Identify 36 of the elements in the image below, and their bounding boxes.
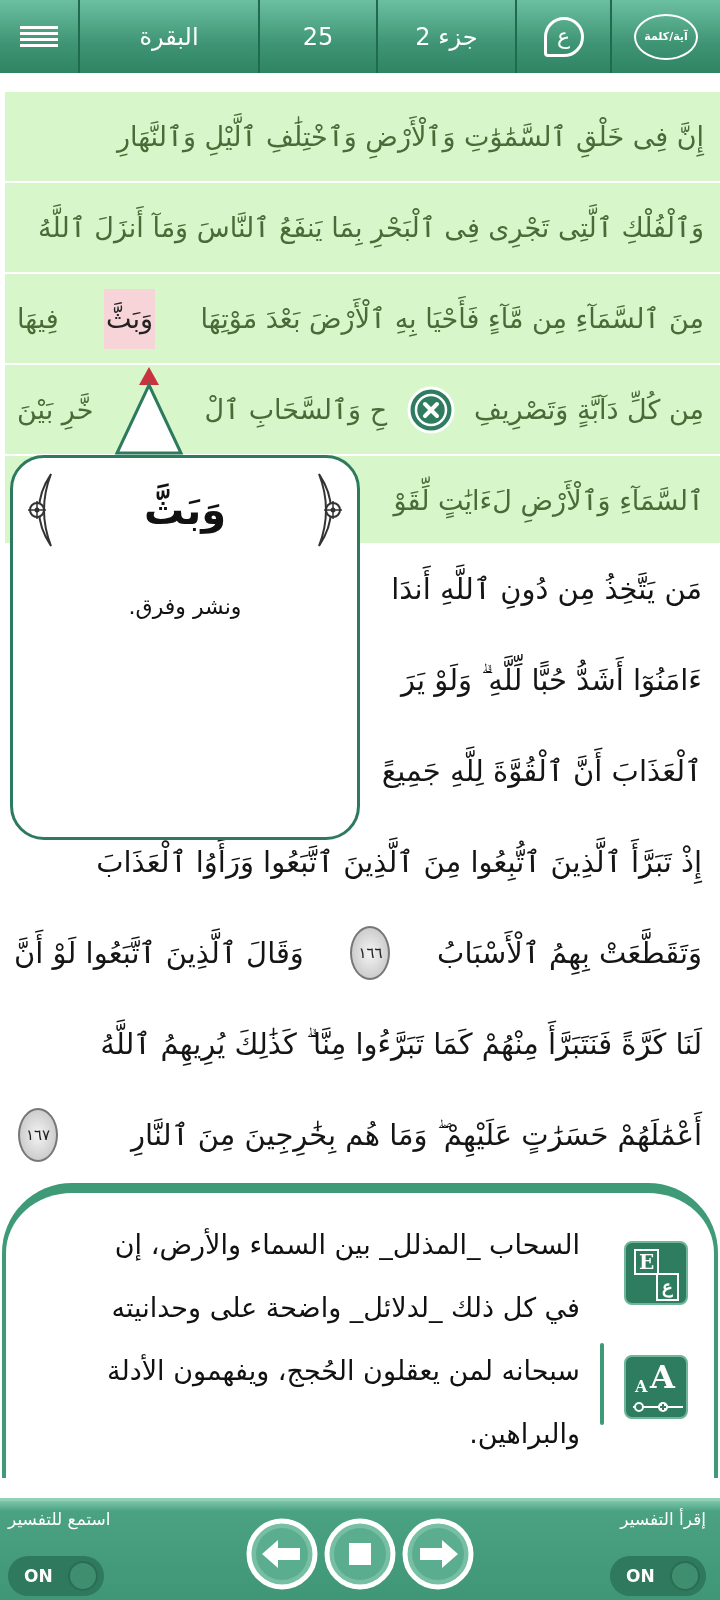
- verse-text[interactable]: لَنَا كَرَّةً فَنَتَبَرَّأَ مِنْهُمْ كَمَا تَبَرَّءُوا مِنَّا ۗ كَذَٰلِكَ يُرِيهِمُ ٱللَّهُ: [100, 1015, 702, 1072]
- verse-text[interactable]: مَن يَتَّخِذُ مِن دُونِ ٱللَّهِ أَندَا: [391, 560, 702, 617]
- verse-text[interactable]: خَّرِ بَيْنَ: [15, 379, 96, 440]
- word-title: وَبَثَّ: [143, 480, 227, 540]
- listen-tafsir-label: استمع للتفسير: [8, 1509, 111, 1529]
- menu-icon[interactable]: [20, 26, 58, 47]
- verse-text[interactable]: إِذْ تَبَرَّأَ ٱلَّذِينَ ٱتُّبِعُوا مِنَ ٱلَّذِينَ ٱتَّبَعُوا وَرَأَوُا ٱلْعَذَابَ: [96, 833, 702, 890]
- close-button[interactable]: [406, 385, 455, 434]
- listen-toggle[interactable]: ON: [8, 1556, 104, 1596]
- stop-button[interactable]: [324, 1517, 397, 1590]
- verse-text[interactable]: ءَامَنُوٓا أَشَدُّ حُبًّا لِّلَّهِ ۗ وَلَوْ يَرَ: [400, 651, 702, 708]
- verse-text[interactable]: إِنَّ فِى خَلْقِ ٱلسَّمَٰوَٰتِ وَٱلْأَرْضِ وَٱخْتِلَٰفِ ٱلَّيْلِ وَٱلنَّهَارِ: [114, 106, 706, 167]
- verse-number: ١٦٦: [350, 925, 391, 980]
- read-toggle[interactable]: ON: [610, 1556, 706, 1596]
- page-number[interactable]: 25: [302, 22, 334, 51]
- verse-text[interactable]: ٱلْعَذَابَ أَنَّ ٱلْقُوَّةَ لِلَّهِ جَمِيعً: [381, 742, 702, 799]
- verse-text[interactable]: مِنَ ٱلسَّمَآءِ مِن مَّآءٍ فَأَحْيَا بِهِ ٱلْأَرْضَ بَعْدَ مَوْتِهَا: [198, 288, 706, 349]
- verse-word-mode-button[interactable]: آية/كلمة: [634, 13, 698, 60]
- verse-text[interactable]: وَتَقَطَّعَتْ بِهِمُ ٱلْأَسْبَابُ: [437, 924, 702, 981]
- next-button[interactable]: [402, 1517, 475, 1590]
- word-meaning: ونشر وفرق.: [128, 594, 242, 619]
- surah-name[interactable]: البقرة: [139, 22, 199, 51]
- verse-text[interactable]: حِ وَٱلسَّحَابِ ٱلْ: [202, 379, 390, 440]
- verse-text[interactable]: مِن كُلِّ دَآبَّةٍ وَتَصْرِيفِ: [472, 379, 706, 440]
- verse-text[interactable]: وَٱلْفُلْكِ ٱلَّتِى تَجْرِى فِى ٱلْبَحْرِ بِمَا يَنفَعُ ٱلنَّاسَ وَمَآ أَنزَلَ ٱللَّهُ: [36, 197, 706, 258]
- verse-number: ١٦٧: [18, 1107, 58, 1162]
- verse-text[interactable]: أَعْمَٰلَهُمْ حَسَرَٰتٍ عَلَيْهِمْ ۖ وَمَا هُم بِخَٰرِجِينَ مِنَ ٱلنَّارِ: [131, 1106, 702, 1163]
- highlighted-word[interactable]: وَبَثَّ: [104, 288, 156, 349]
- verse-text[interactable]: ٱلسَّمَآءِ وَٱلْأَرْضِ لَءَايَٰتٍ لِّقَوْ: [391, 470, 706, 531]
- verse-text[interactable]: فِيهَا: [15, 288, 61, 349]
- juz-label[interactable]: جزء 2: [415, 22, 478, 51]
- read-tafsir-label: إقرأ التفسير: [620, 1509, 706, 1529]
- tafsir-text: السحاب _المذلل_ بين السماء والأرض، إن في كل ذلك _لدلائل_ واضحة على وحدانيته سبحانه لمن يعقلون الحُجج، ويفهمون الأدلة والبراهين.: [105, 1227, 580, 1452]
- verse-text[interactable]: وَقَالَ ٱلَّذِينَ ٱتَّبَعُوا لَوْ أَنَّ: [14, 924, 304, 981]
- tafsir-button[interactable]: ع: [543, 16, 584, 57]
- previous-button[interactable]: [246, 1517, 319, 1590]
